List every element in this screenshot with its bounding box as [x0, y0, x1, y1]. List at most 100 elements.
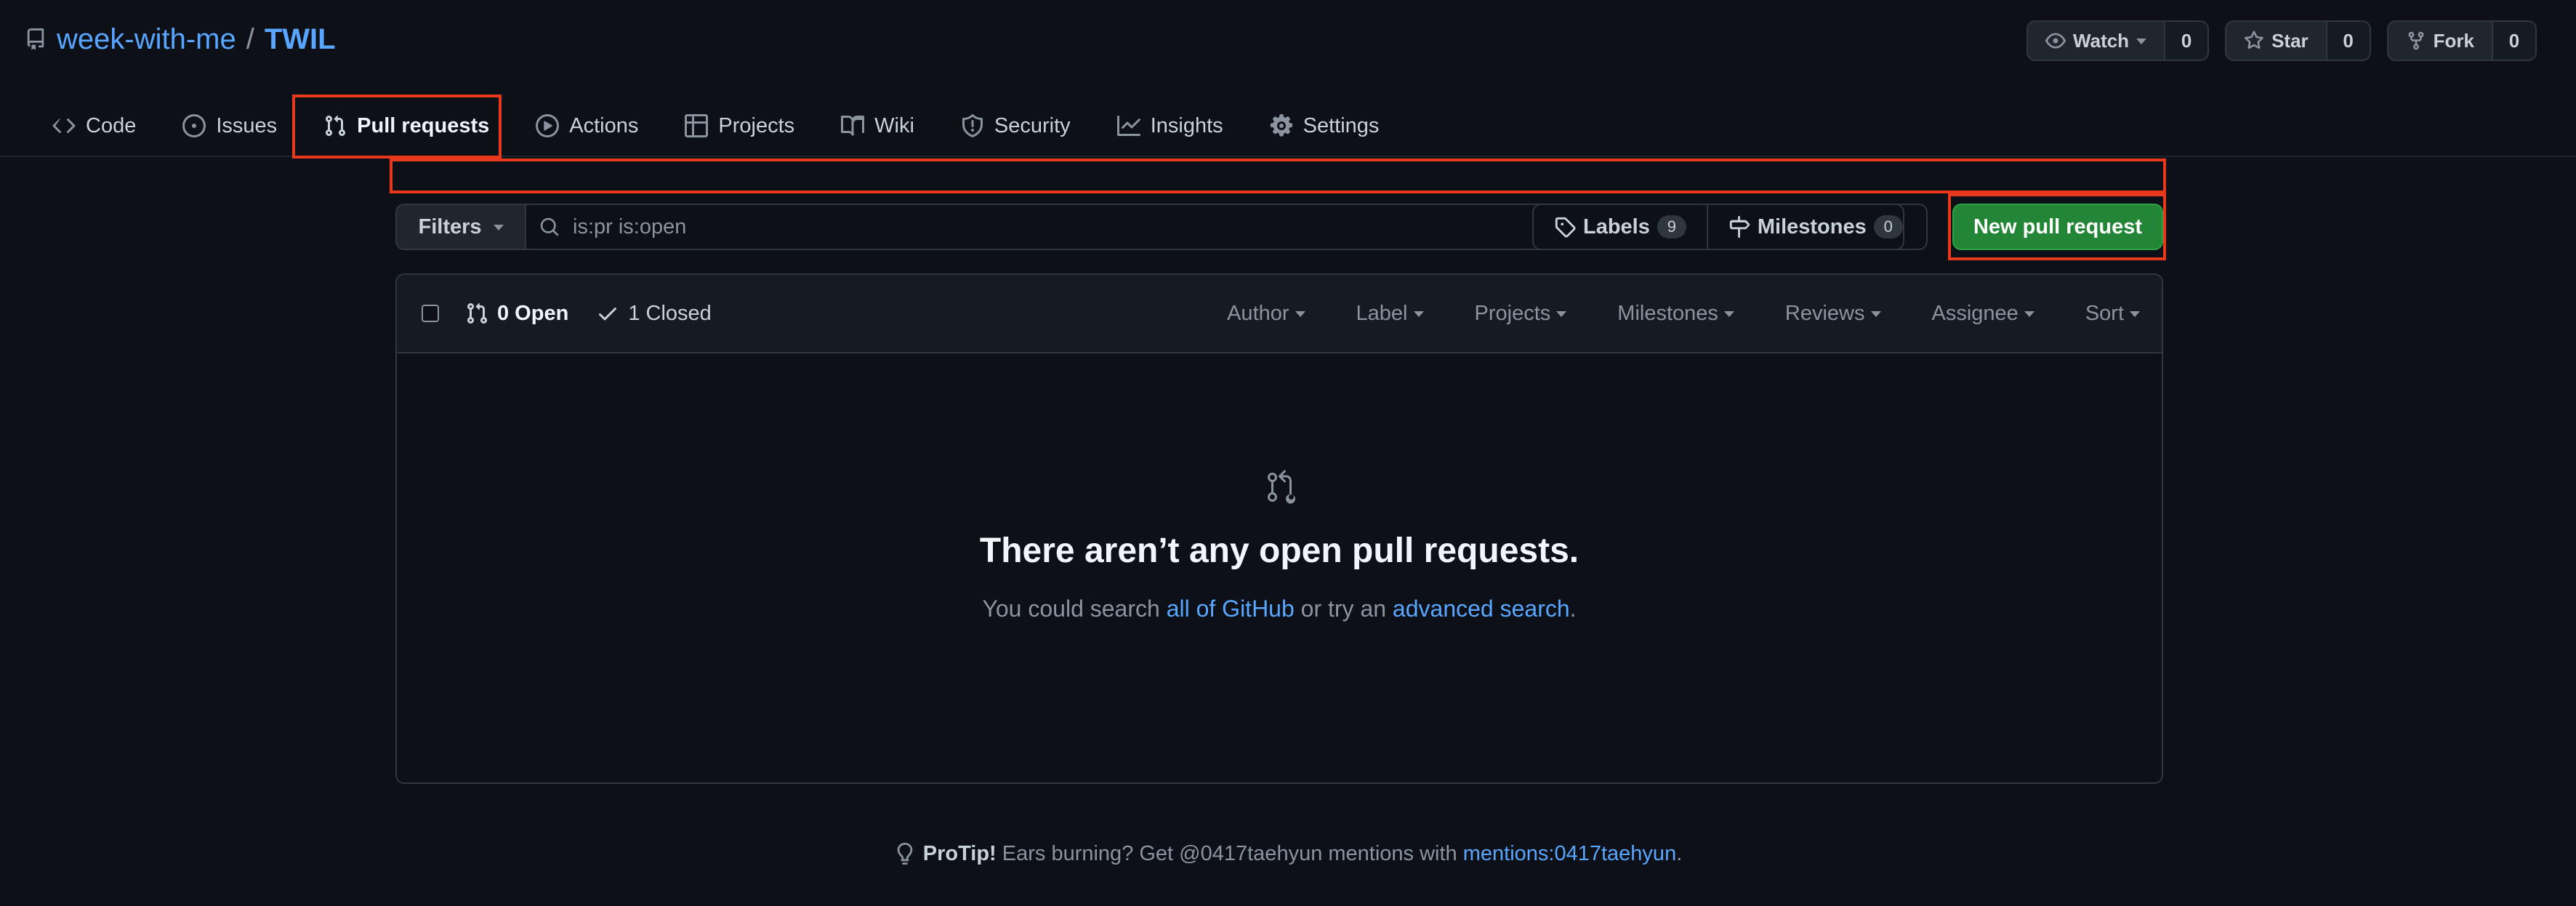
repo-icon	[25, 27, 47, 52]
labels-label: Labels	[1583, 215, 1650, 238]
protip: ProTip! Ears burning? Get @0417taehyun m…	[0, 838, 2576, 870]
assignee-menu-label: Assignee	[1931, 301, 2018, 325]
highlight-box-banner-area	[390, 159, 2166, 193]
sort-menu[interactable]: Sort	[2085, 302, 2140, 326]
gear-icon	[1270, 114, 1292, 137]
fork-button[interactable]: Fork	[2388, 22, 2493, 60]
milestone-icon	[1729, 216, 1750, 238]
closed-filter-link[interactable]: 1 Closed	[596, 301, 712, 326]
repo-name-link[interactable]: TWIL	[265, 23, 336, 56]
fork-label: Fork	[2433, 29, 2474, 52]
fork-count[interactable]: 0	[2493, 22, 2535, 60]
assignee-menu[interactable]: Assignee	[1932, 302, 2034, 326]
tab-actions[interactable]: Actions	[512, 95, 661, 157]
fork-button-group: Fork 0	[2386, 20, 2537, 61]
watch-button-group: Watch 0	[2026, 20, 2210, 61]
advanced-search-link[interactable]: advanced search	[1393, 596, 1570, 622]
mentions-link[interactable]: mentions:0417taehyun	[1463, 842, 1676, 865]
tab-insights[interactable]: Insights	[1094, 95, 1247, 157]
play-icon	[536, 114, 560, 137]
code-icon	[52, 119, 76, 133]
tab-projects-label: Projects	[718, 113, 795, 137]
chevron-down-icon	[2130, 311, 2140, 317]
tab-code[interactable]: Code	[29, 95, 159, 157]
tab-issues-label: Issues	[216, 113, 278, 137]
repo-nav-tabs: Code Issues Pull requests Actions Projec…	[29, 95, 1402, 157]
empty-state-text: You could search all of GitHub or try an…	[982, 596, 1576, 622]
pull-request-list-header: 0 Open 1 Closed Author Label Projects Mi…	[397, 275, 2162, 353]
star-button-group: Star 0	[2225, 20, 2371, 61]
labels-milestones-group: Labels 9 Milestones 0	[1532, 204, 1928, 250]
light-bulb-icon	[897, 843, 913, 865]
filters-label: Filters	[418, 215, 482, 238]
watch-label: Watch	[2073, 29, 2130, 52]
repo-separator: /	[246, 23, 254, 55]
chevron-down-icon	[1556, 311, 1567, 317]
watch-button[interactable]: Watch	[2028, 22, 2166, 60]
label-menu[interactable]: Label	[1356, 302, 1424, 326]
projects-menu-label: Projects	[1474, 301, 1551, 325]
tab-issues[interactable]: Issues	[159, 95, 300, 157]
chevron-down-icon	[1413, 311, 1424, 317]
empty-text-middle: or try an	[1294, 596, 1393, 622]
git-pull-request-icon	[1268, 470, 1295, 504]
shield-icon	[962, 114, 983, 137]
tab-wiki-label: Wiki	[874, 113, 914, 137]
tab-settings[interactable]: Settings	[1247, 95, 1403, 157]
issue-opened-icon	[182, 114, 206, 137]
check-icon	[599, 308, 617, 321]
repo-owner-link[interactable]: week-with-me	[57, 23, 236, 56]
eye-icon	[2045, 33, 2066, 49]
filters-button[interactable]: Filters	[395, 204, 526, 250]
book-icon	[841, 116, 865, 136]
reviews-menu-label: Reviews	[1784, 301, 1865, 325]
star-label: Star	[2271, 29, 2309, 52]
tab-settings-label: Settings	[1303, 113, 1380, 137]
star-icon	[2245, 31, 2264, 49]
protip-strong: ProTip!	[922, 841, 997, 865]
chevron-down-icon	[1295, 311, 1305, 317]
chevron-down-icon	[2136, 39, 2147, 44]
open-filter-link[interactable]: 0 Open	[465, 302, 568, 326]
projects-menu[interactable]: Projects	[1475, 302, 1567, 326]
tab-security[interactable]: Security	[938, 95, 1094, 157]
tab-projects[interactable]: Projects	[661, 95, 818, 157]
tab-actions-label: Actions	[569, 113, 639, 137]
milestones-menu-label: Milestones	[1617, 301, 1718, 325]
reviews-menu[interactable]: Reviews	[1785, 302, 1881, 326]
all-of-github-link[interactable]: all of GitHub	[1167, 596, 1295, 622]
graph-icon	[1116, 116, 1140, 136]
milestones-button[interactable]: Milestones 0	[1706, 205, 1923, 249]
chevron-down-icon	[1723, 311, 1734, 317]
tab-wiki[interactable]: Wiki	[818, 95, 938, 157]
empty-text-prefix: You could search	[982, 596, 1167, 622]
git-pull-request-icon	[467, 302, 487, 324]
tab-security-label: Security	[994, 113, 1071, 137]
tab-pull-requests[interactable]: Pull requests	[300, 95, 512, 157]
labels-button[interactable]: Labels 9	[1534, 205, 1707, 249]
open-count-label: 0 Open	[497, 301, 569, 325]
labels-count: 9	[1657, 215, 1686, 238]
closed-count-label: 1 Closed	[628, 301, 712, 325]
label-menu-label: Label	[1356, 301, 1408, 325]
milestones-menu[interactable]: Milestones	[1617, 302, 1734, 326]
select-all-checkbox[interactable]	[422, 305, 439, 322]
watch-count[interactable]: 0	[2165, 22, 2208, 60]
tab-insights-label: Insights	[1150, 113, 1223, 137]
empty-state: There aren’t any open pull requests. You…	[397, 353, 2162, 782]
milestones-label: Milestones	[1757, 215, 1867, 238]
git-pull-request-icon	[326, 115, 346, 137]
protip-suffix: .	[1676, 841, 1683, 865]
author-menu[interactable]: Author	[1227, 302, 1305, 326]
pull-request-list: 0 Open 1 Closed Author Label Projects Mi…	[395, 273, 2163, 784]
repo-header: week-with-me / TWIL Watch 0 Star 0 Fork …	[0, 0, 2576, 157]
star-count[interactable]: 0	[2327, 22, 2370, 60]
repo-actions: Watch 0 Star 0 Fork 0	[2026, 20, 2537, 61]
empty-text-suffix: .	[1569, 596, 1577, 622]
chevron-down-icon	[1870, 311, 1881, 317]
new-pull-request-button[interactable]: New pull request	[1952, 204, 2163, 250]
search-icon	[540, 217, 559, 236]
star-button[interactable]: Star	[2226, 22, 2327, 60]
protip-body: Ears burning? Get @0417taehyun mentions …	[996, 841, 1463, 865]
repo-title: week-with-me / TWIL	[25, 19, 336, 60]
